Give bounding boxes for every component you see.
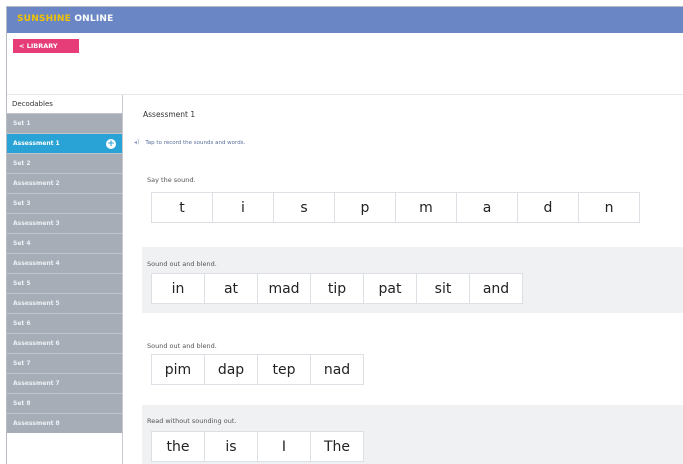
sound-tile[interactable]: pat <box>363 273 417 304</box>
sound-tile[interactable]: The <box>310 431 364 462</box>
sound-tile[interactable]: t <box>151 192 213 223</box>
section-label: Sound out and blend. <box>147 260 217 268</box>
sidebar-item-set-6[interactable]: Set 6 <box>7 313 122 333</box>
sidebar-item-label: Set 1 <box>13 120 31 127</box>
sidebar-item-label: Set 5 <box>13 280 31 287</box>
sound-tile[interactable]: is <box>204 431 258 462</box>
sound-tile[interactable]: d <box>517 192 579 223</box>
brand-logo: SUNSHINE ONLINE <box>17 14 113 24</box>
sound-tile[interactable]: I <box>257 431 311 462</box>
tile-row: in at mad tip pat sit and <box>151 273 523 304</box>
sidebar-list: Set 1 Assessment 1 + Set 2 Assessment 2 Set 3… <box>7 113 122 433</box>
section-say-sound: Say the sound. tispmadn <box>142 163 683 223</box>
tile-row: tispmadn <box>151 192 640 223</box>
sidebar-item-set-7[interactable]: Set 7 <box>7 353 122 373</box>
tile-row: pim dap tep nad <box>151 354 364 385</box>
page-title: Assessment 1 <box>143 110 196 119</box>
sidebar-item-set-5[interactable]: Set 5 <box>7 273 122 293</box>
tile-row: the is I The <box>151 431 364 462</box>
sidebar-item-set-2[interactable]: Set 2 <box>7 153 122 173</box>
sound-tile[interactable]: nad <box>310 354 364 385</box>
plus-icon[interactable]: + <box>106 139 116 149</box>
sidebar-item-label: Assessment 1 <box>13 140 60 147</box>
sidebar-item-label: Assessment 7 <box>13 380 60 387</box>
sidebar-item-label: Assessment 2 <box>13 180 60 187</box>
sound-tile[interactable]: a <box>456 192 518 223</box>
sidebar-item-assessment-5[interactable]: Assessment 5 <box>7 293 122 313</box>
sidebar-item-assessment-3[interactable]: Assessment 3 <box>7 213 122 233</box>
sidebar-item-assessment-1[interactable]: Assessment 1 + <box>7 133 122 153</box>
record-hint[interactable]: ◂) Tap to record the sounds and words. <box>134 139 245 146</box>
app-window: SUNSHINE ONLINE < LIBRARY Decodables Set… <box>6 6 683 464</box>
section-sound-blend-2: Sound out and blend. pim dap tep nad <box>142 327 683 387</box>
sound-tile[interactable]: p <box>334 192 396 223</box>
sound-tile[interactable]: at <box>204 273 258 304</box>
sidebar-item-label: Assessment 4 <box>13 260 60 267</box>
sidebar-item-label: Set 6 <box>13 320 31 327</box>
sound-tile[interactable]: mad <box>257 273 311 304</box>
sidebar-item-set-1[interactable]: Set 1 <box>7 113 122 133</box>
sidebar-heading: Decodables <box>7 95 122 113</box>
section-label: Sound out and blend. <box>147 342 217 350</box>
sidebar-item-assessment-6[interactable]: Assessment 6 <box>7 333 122 353</box>
sound-tile[interactable]: dap <box>204 354 258 385</box>
sidebar-item-set-8[interactable]: Set 8 <box>7 393 122 413</box>
section-sound-blend-1: Sound out and blend. in at mad tip pat sit and <box>142 247 683 313</box>
sound-tile[interactable]: the <box>151 431 205 462</box>
sound-tile[interactable]: s <box>273 192 335 223</box>
sidebar-item-label: Set 3 <box>13 200 31 207</box>
section-read-without-sounding: Read without sounding out. the is I The <box>142 405 683 464</box>
sound-tile[interactable]: i <box>212 192 274 223</box>
brand-part-1: SUNSHINE <box>17 14 71 24</box>
section-label: Say the sound. <box>147 176 196 184</box>
main-content: Assessment 1 ◂) Tap to record the sounds … <box>124 95 683 464</box>
sidebar-item-assessment-7[interactable]: Assessment 7 <box>7 373 122 393</box>
speaker-icon: ◂) <box>134 139 140 146</box>
section-label: Read without sounding out. <box>147 417 237 425</box>
sidebar-item-label: Set 8 <box>13 400 31 407</box>
sidebar-item-set-3[interactable]: Set 3 <box>7 193 122 213</box>
sidebar-item-label: Assessment 8 <box>13 420 60 427</box>
top-bar: SUNSHINE ONLINE <box>7 7 683 33</box>
sidebar-item-assessment-2[interactable]: Assessment 2 <box>7 173 122 193</box>
record-hint-text: Tap to record the sounds and words. <box>145 140 246 146</box>
sidebar-item-set-4[interactable]: Set 4 <box>7 233 122 253</box>
library-button[interactable]: < LIBRARY <box>13 39 79 53</box>
sidebar-item-label: Assessment 3 <box>13 220 60 227</box>
sound-tile[interactable]: in <box>151 273 205 304</box>
sidebar-item-label: Assessment 6 <box>13 340 60 347</box>
sound-tile[interactable]: sit <box>416 273 470 304</box>
sidebar-item-label: Set 2 <box>13 160 31 167</box>
sidebar-item-label: Set 7 <box>13 360 31 367</box>
sound-tile[interactable]: m <box>395 192 457 223</box>
sidebar-item-assessment-4[interactable]: Assessment 4 <box>7 253 122 273</box>
sidebar-item-label: Set 4 <box>13 240 31 247</box>
sound-tile[interactable]: pim <box>151 354 205 385</box>
sidebar: Decodables Set 1 Assessment 1 + Set 2 Assess… <box>7 95 123 464</box>
sound-tile[interactable]: tep <box>257 354 311 385</box>
sound-tile[interactable]: n <box>578 192 640 223</box>
sidebar-item-label: Assessment 5 <box>13 300 60 307</box>
sound-tile[interactable]: and <box>469 273 523 304</box>
sound-tile[interactable]: tip <box>310 273 364 304</box>
brand-part-2: ONLINE <box>74 14 114 24</box>
sidebar-item-assessment-8[interactable]: Assessment 8 <box>7 413 122 433</box>
